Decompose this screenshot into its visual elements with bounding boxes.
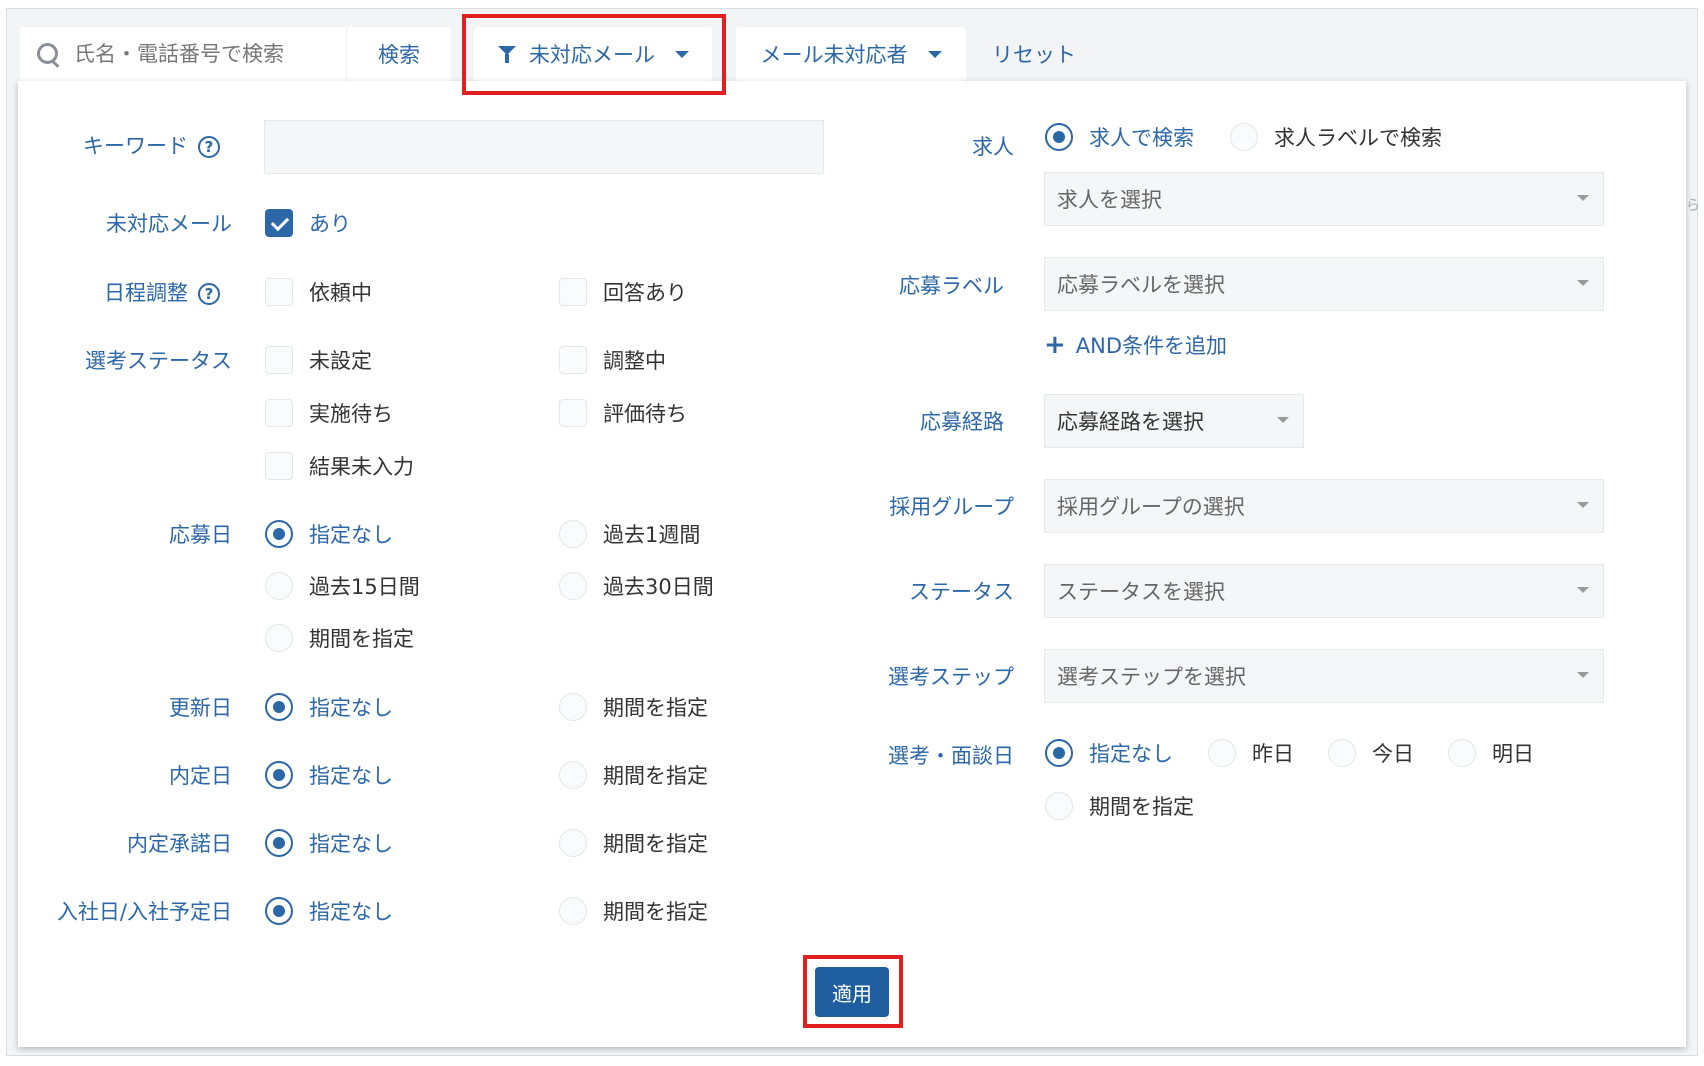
mail-assignee-dropdown[interactable]: メール未対応者 [736, 27, 966, 81]
add-and-condition-link[interactable]: + AND条件を追加 [1044, 330, 1227, 360]
background-fragment: ら [1686, 198, 1700, 214]
applied-date-label: 応募日 [169, 523, 232, 547]
selection-step-label: 選考ステップ [888, 665, 1014, 689]
updated-date-label: 更新日 [169, 696, 232, 720]
apply-route-select[interactable]: 応募経路を選択 [1044, 394, 1304, 448]
plus-icon: + [1044, 330, 1066, 360]
status-option[interactable]: 調整中 [559, 345, 666, 375]
hiring-group-label: 採用グループ [889, 495, 1014, 519]
dropdown-arrow-icon [1577, 280, 1589, 286]
selection-status-label: 選考ステータス [85, 349, 232, 373]
unread-mail-checkbox[interactable]: あり [265, 208, 351, 238]
filter-icon [497, 44, 517, 64]
schedule-option[interactable]: 依頼中 [265, 277, 372, 307]
job-label-search-option[interactable]: 求人ラベルで検索 [1230, 122, 1442, 152]
schedule-option[interactable]: 回答あり [559, 277, 687, 307]
status-option[interactable]: 結果未入力 [265, 451, 414, 481]
offer-date-option[interactable]: 期間を指定 [559, 760, 708, 790]
interview-date-option[interactable]: 指定なし [1045, 738, 1173, 768]
offer-date-option[interactable]: 指定なし [265, 760, 393, 790]
search-input[interactable] [72, 41, 346, 67]
reset-link[interactable]: リセット [992, 27, 1076, 81]
apply-button[interactable]: 適用 [815, 967, 889, 1017]
offer-accept-date-option[interactable]: 期間を指定 [559, 828, 708, 858]
updated-date-option[interactable]: 指定なし [265, 692, 393, 722]
apply-label-select[interactable]: 応募ラベルを選択 [1044, 257, 1604, 311]
updated-date-option[interactable]: 期間を指定 [559, 692, 708, 722]
applied-date-option[interactable]: 期間を指定 [265, 623, 414, 653]
apply-route-label: 応募経路 [920, 410, 1004, 434]
job-label: 求人 [972, 135, 1014, 159]
offer-date-label: 内定日 [169, 764, 232, 788]
applied-date-option[interactable]: 過去30日間 [559, 571, 714, 601]
interview-date-label: 選考・面談日 [888, 744, 1014, 768]
help-icon[interactable]: ? [198, 283, 220, 305]
status-select[interactable]: ステータスを選択 [1044, 564, 1604, 618]
apply-label-label: 応募ラベル [899, 274, 1004, 298]
search-icon [34, 40, 62, 68]
selection-step-select[interactable]: 選考ステップを選択 [1044, 649, 1604, 703]
applied-date-option[interactable]: 過去1週間 [559, 519, 700, 549]
dropdown-arrow-icon [1577, 587, 1589, 593]
search-button[interactable]: 検索 [346, 27, 451, 81]
dropdown-arrow-icon [1277, 417, 1289, 423]
filter-button-label: 未対応メール [529, 43, 655, 67]
offer-accept-date-option[interactable]: 指定なし [265, 828, 393, 858]
hiring-group-select[interactable]: 採用グループの選択 [1044, 479, 1604, 533]
interview-date-option[interactable]: 明日 [1448, 738, 1534, 768]
keyword-label: キーワード? [83, 130, 220, 160]
dropdown-arrow-icon [1577, 195, 1589, 201]
dropdown-arrow-icon [1577, 672, 1589, 678]
chevron-down-icon [927, 50, 942, 58]
offer-accept-date-label: 内定承諾日 [127, 832, 232, 856]
interview-date-option[interactable]: 昨日 [1208, 738, 1294, 768]
help-icon[interactable]: ? [198, 136, 220, 158]
status-label: ステータス [909, 580, 1014, 604]
applied-date-option[interactable]: 指定なし [265, 519, 393, 549]
checkbox-checked[interactable] [265, 209, 293, 237]
status-option[interactable]: 実施待ち [265, 398, 393, 428]
dropdown-arrow-icon [1577, 502, 1589, 508]
schedule-label: 日程調整? [104, 277, 220, 307]
keyword-input[interactable] [264, 120, 824, 174]
join-date-option[interactable]: 期間を指定 [559, 896, 708, 926]
status-option[interactable]: 評価待ち [559, 398, 687, 428]
unread-mail-label: 未対応メール [106, 212, 232, 236]
interview-date-option[interactable]: 期間を指定 [1045, 791, 1194, 821]
job-search-option[interactable]: 求人で検索 [1045, 122, 1194, 152]
status-option[interactable]: 未設定 [265, 345, 372, 375]
join-date-label: 入社日/入社予定日 [56, 900, 232, 924]
interview-date-option[interactable]: 今日 [1328, 738, 1414, 768]
assignee-dropdown-label: メール未対応者 [760, 43, 908, 67]
join-date-option[interactable]: 指定なし [265, 896, 393, 926]
job-select[interactable]: 求人を選択 [1044, 172, 1604, 226]
applied-date-option[interactable]: 過去15日間 [265, 571, 420, 601]
chevron-down-icon [675, 50, 689, 58]
